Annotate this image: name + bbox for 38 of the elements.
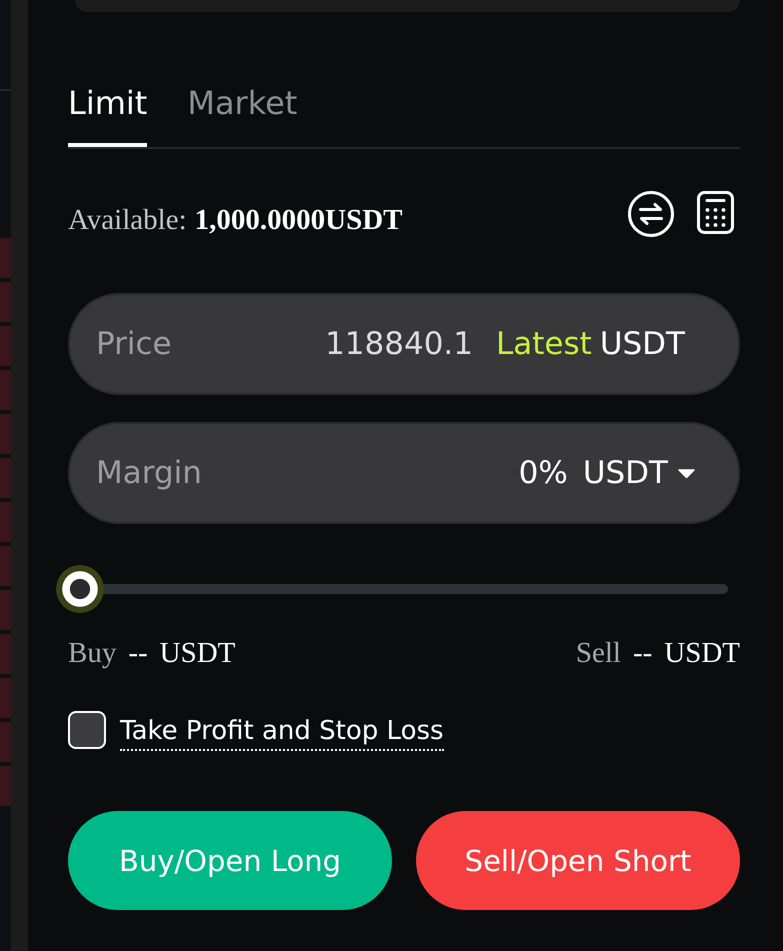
- tpsl-label[interactable]: Take Profit and Stop Loss: [120, 715, 444, 751]
- swap-icon[interactable]: [628, 191, 674, 237]
- price-label: Price: [96, 325, 173, 364]
- depth-bar: [0, 766, 11, 806]
- amount-value: --: [128, 636, 148, 670]
- slider-track[interactable]: [56, 565, 728, 613]
- unit-dropdown[interactable]: USDT: [582, 453, 695, 493]
- depth-bar: [0, 678, 11, 718]
- latest-price-button[interactable]: Latest: [496, 324, 592, 364]
- depth-bar: [0, 326, 11, 366]
- caret-icon: [678, 468, 695, 478]
- depth-bar: [0, 414, 11, 454]
- unit-label: USDT: [664, 636, 740, 670]
- margin-field[interactable]: Margin 0% USDT: [68, 422, 740, 524]
- margin-label: Margin: [96, 454, 203, 493]
- calculator-icon[interactable]: [697, 191, 734, 234]
- depth-bar: [0, 282, 11, 322]
- price-field[interactable]: Price 118840.1 Latest USDT: [68, 293, 740, 395]
- depth-bar: [0, 634, 11, 674]
- available-balance: 1,000.0000USDT: [194, 204, 402, 236]
- amount-label: Buy: [68, 636, 116, 670]
- sell-short-button[interactable]: Sell/Open Short: [416, 811, 740, 910]
- depth-bar: [0, 502, 11, 542]
- slider-handle[interactable]: [56, 565, 104, 613]
- amount-label: Sell: [576, 636, 621, 670]
- amount-value: --: [632, 636, 652, 670]
- depth-bar: [0, 722, 11, 762]
- tpsl-checkbox[interactable]: [68, 711, 106, 749]
- available-label: Available:: [68, 204, 187, 236]
- order-type-tab[interactable]: Market: [187, 81, 298, 147]
- unit-label: USDT: [160, 636, 236, 670]
- order-type-tab[interactable]: Limit: [68, 81, 148, 147]
- depth-bar: [0, 546, 11, 586]
- depth-bar: [0, 590, 11, 630]
- depth-bar: [0, 238, 11, 278]
- depth-bar: [0, 370, 11, 410]
- unit-label: USDT: [600, 325, 685, 364]
- depth-bar: [0, 458, 11, 498]
